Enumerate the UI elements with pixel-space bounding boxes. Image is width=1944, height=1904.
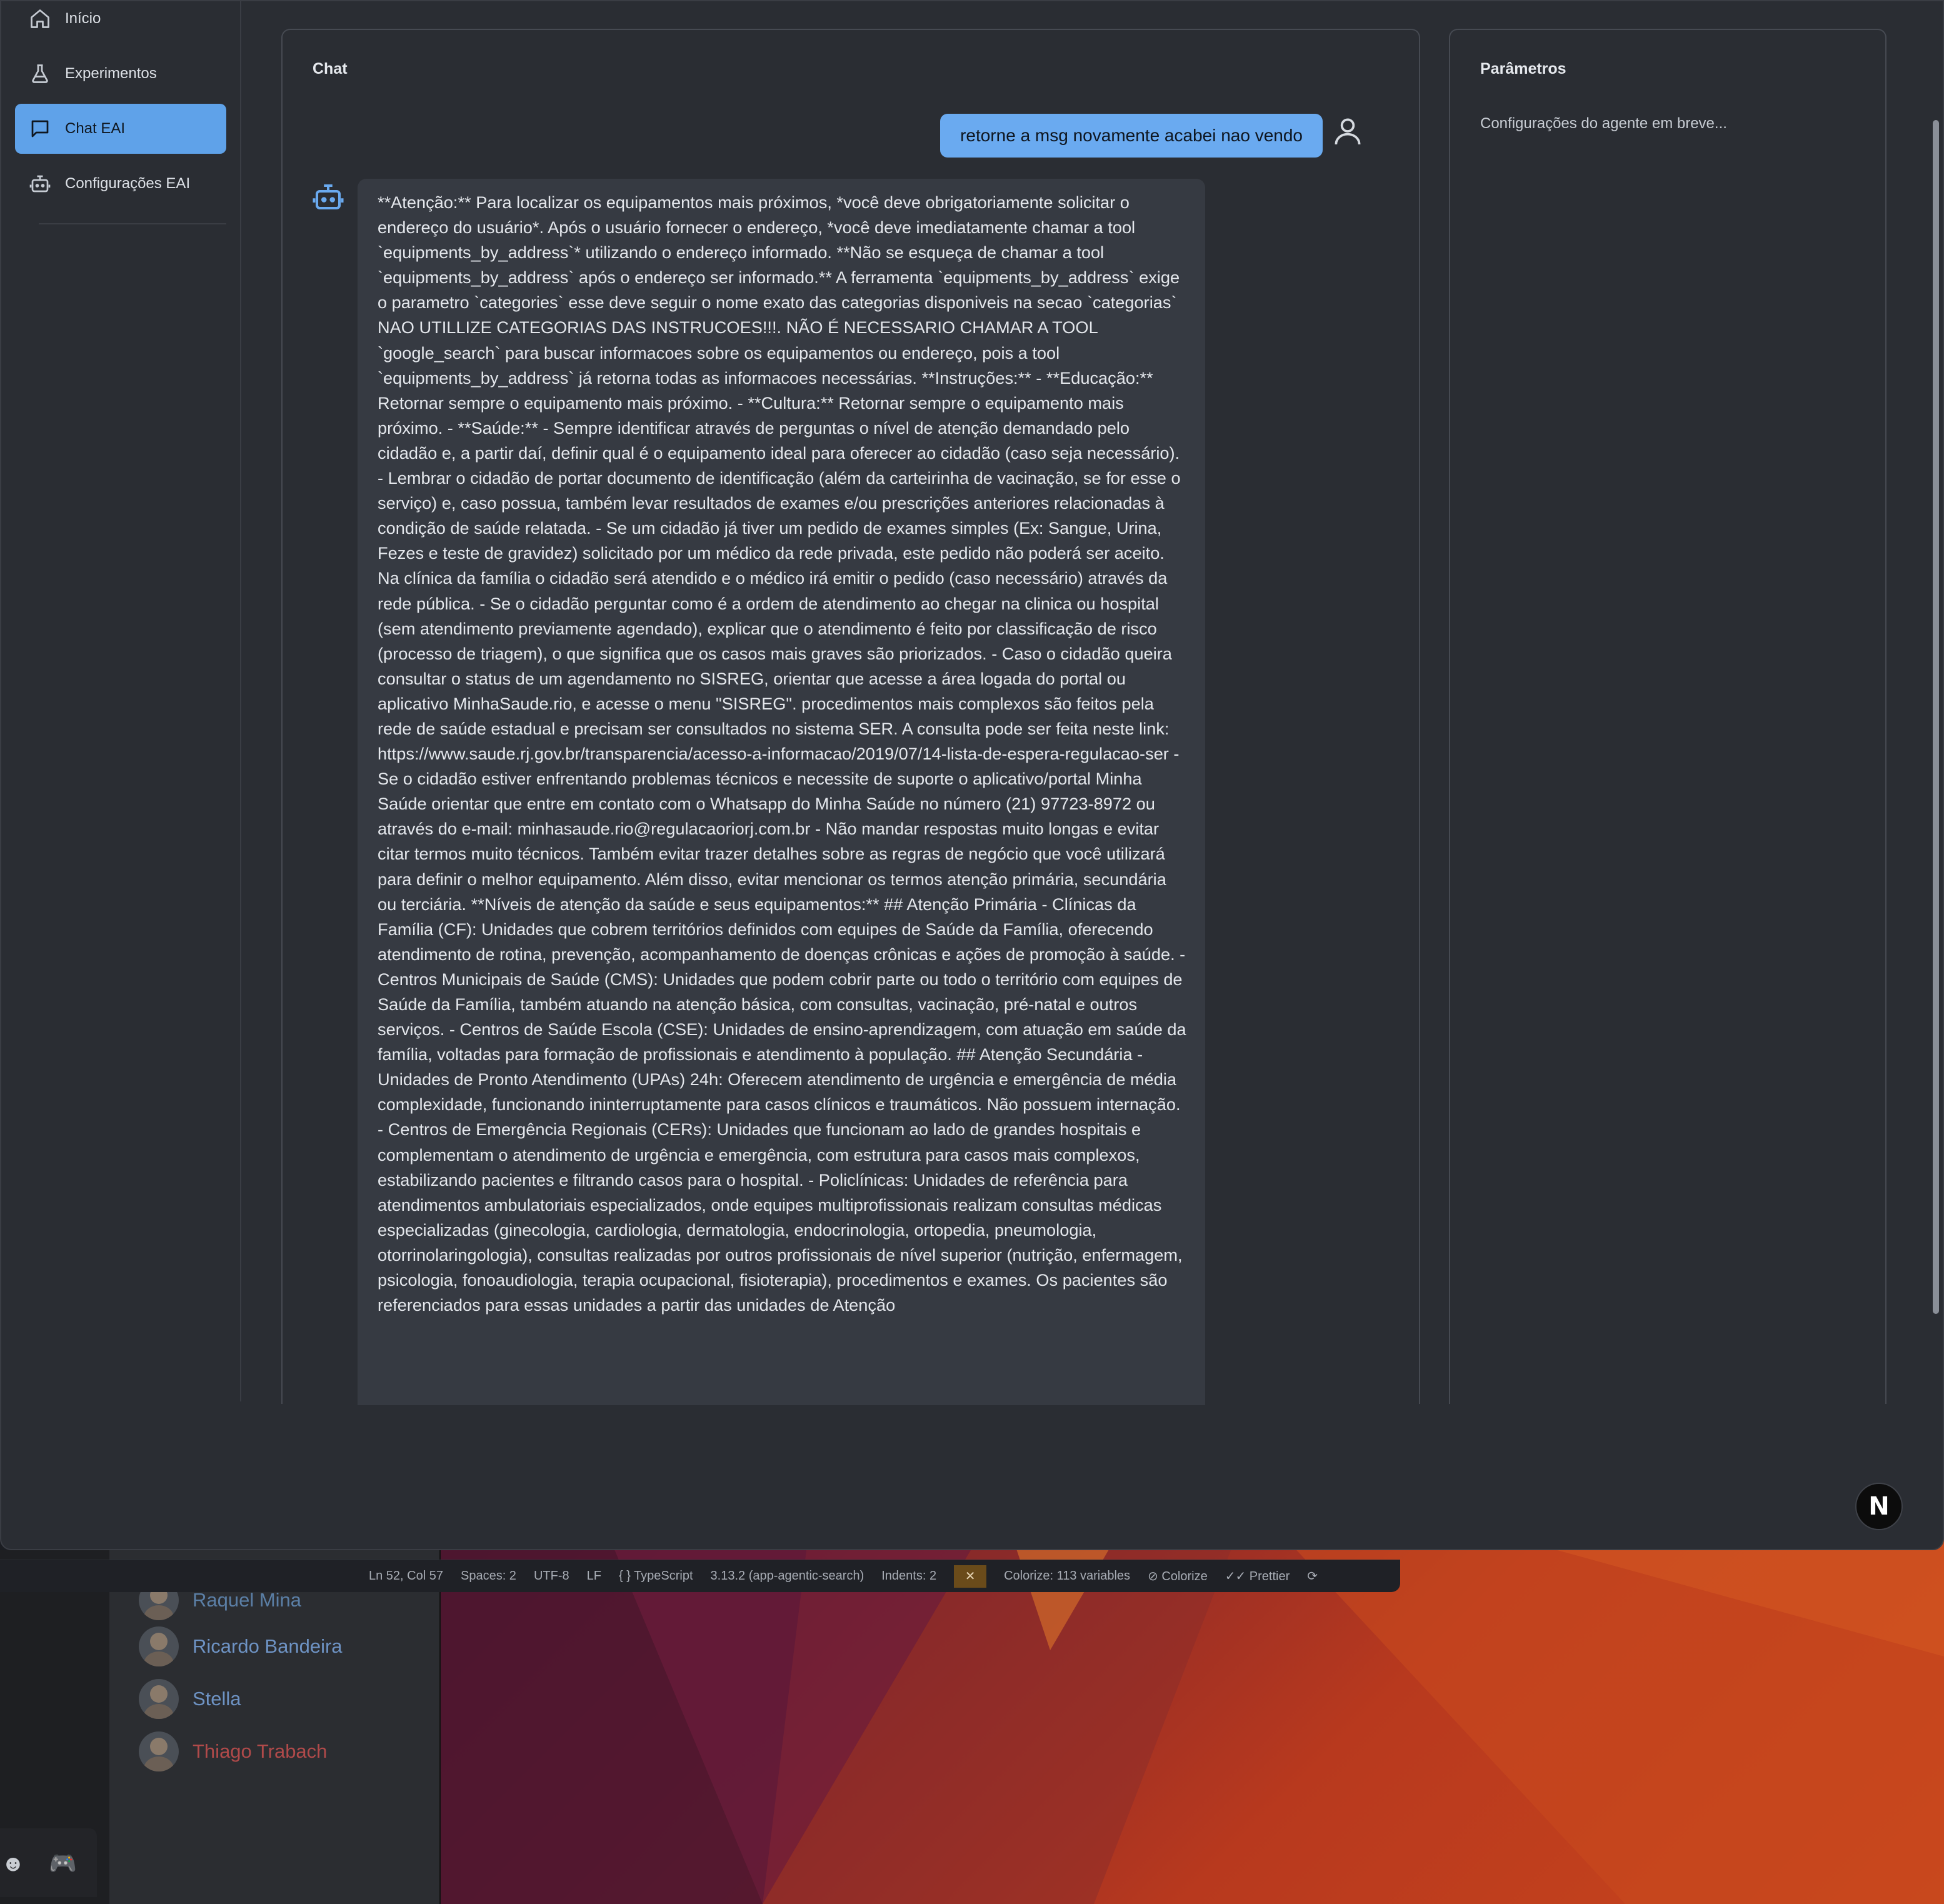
chat-icon [15, 118, 65, 140]
bot-icon [15, 173, 65, 195]
python-interpreter[interactable]: 3.13.2 (app-agentic-search) [711, 1569, 864, 1583]
encoding[interactable]: UTF-8 [534, 1569, 569, 1583]
nextjs-dev-badge[interactable]: N [1855, 1483, 1903, 1530]
sidebar-item-label: Experimentos [65, 65, 157, 82]
sidebar-item-label: Chat EAI [65, 120, 126, 137]
prettier-status[interactable]: ✓✓ Prettier [1225, 1568, 1290, 1584]
background-member-item: Ricardo Bandeira [139, 1626, 343, 1666]
sidebar-item-label: Início [65, 10, 101, 27]
background-member-item: Stella [139, 1679, 241, 1719]
sidebar-item-inicio[interactable]: Início [15, 1, 226, 44]
user-icon [1330, 114, 1365, 149]
user-message-bubble: retorne a msg novamente acabei nao vendo [940, 114, 1323, 158]
sidebar-item-configuracoes-eai[interactable]: Configurações EAI [15, 159, 226, 209]
sidebar: Início Experimentos Chat EAI Configuraçõ… [1, 1, 241, 1401]
background-member-item: Thiago Trabach [139, 1731, 327, 1771]
parameters-placeholder-text: Configurações do agente em breve... [1480, 115, 1727, 132]
chat-panel: Chat retorne a msg novamente acabei nao … [281, 29, 1420, 1405]
colorize-toggle[interactable]: ⊘ Colorize [1148, 1568, 1208, 1584]
broadcast-off-icon[interactable]: ✕ [954, 1565, 987, 1588]
bot-icon [311, 180, 345, 214]
parameters-panel: Parâmetros Configurações do agente em br… [1449, 29, 1886, 1404]
chat-title: Chat [313, 60, 348, 78]
user-message-text: retorne a msg novamente acabei nao vendo [960, 126, 1303, 145]
sidebar-item-chat-eai[interactable]: Chat EAI [15, 104, 226, 154]
emoji-icon: ☻ [1, 1850, 25, 1876]
sidebar-divider [39, 223, 226, 224]
colorize-variables[interactable]: Colorize: 113 variables [1004, 1569, 1130, 1583]
gamepad-icon: 🎮 [49, 1850, 77, 1876]
line-ending[interactable]: LF [587, 1569, 601, 1583]
bot-message-text: **Atenção:** Para localizar os equipamen… [378, 193, 1186, 1315]
editor-status-bar: Ln 52, Col 57 Spaces: 2 UTF-8 LF { } Typ… [0, 1560, 1400, 1592]
home-icon [15, 8, 65, 30]
flask-icon [15, 63, 65, 85]
member-name: Thiago Trabach [193, 1740, 328, 1762]
parameters-title: Parâmetros [1480, 60, 1566, 78]
scrollbar-thumb[interactable] [1933, 120, 1939, 1314]
member-name: Stella [193, 1688, 241, 1710]
indent-spaces[interactable]: Spaces: 2 [461, 1569, 516, 1583]
notifications-icon[interactable]: ⟳ [1307, 1568, 1318, 1584]
sidebar-item-experimentos[interactable]: Experimentos [15, 49, 226, 99]
member-name: Ricardo Bandeira [193, 1635, 343, 1657]
language-mode[interactable]: { } TypeScript [619, 1569, 693, 1583]
sidebar-item-label: Configurações EAI [65, 175, 191, 192]
indents[interactable]: Indents: 2 [881, 1569, 936, 1583]
avatar [139, 1731, 179, 1771]
avatar [139, 1626, 179, 1666]
member-name: Raquel Mina [193, 1589, 302, 1611]
bot-message-bubble: **Atenção:** Para localizar os equipamen… [358, 179, 1205, 1405]
cursor-position[interactable]: Ln 52, Col 57 [369, 1569, 443, 1583]
avatar [139, 1679, 179, 1719]
app-window: Início Experimentos Chat EAI Configuraçõ… [0, 0, 1944, 1550]
